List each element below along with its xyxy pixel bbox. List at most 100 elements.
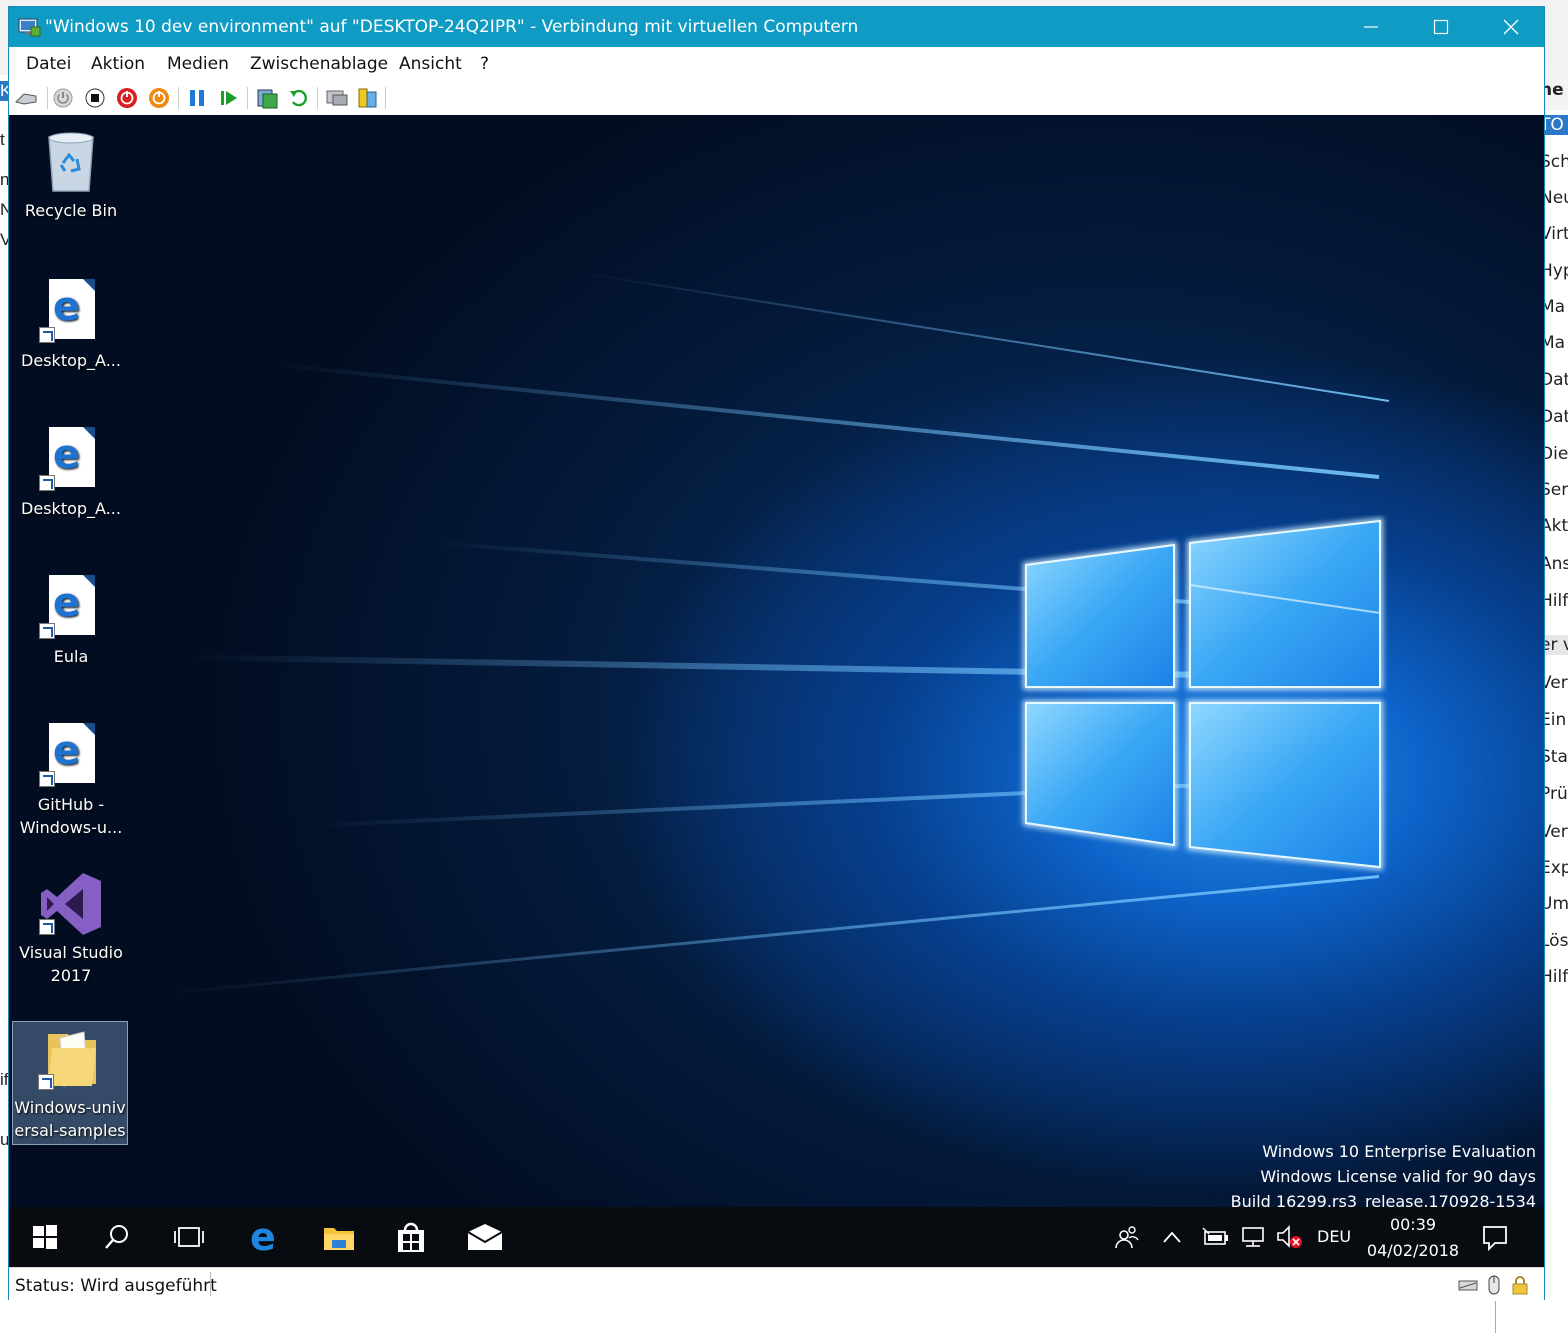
desktop-icon-windows-universal-samples[interactable]: Windows-universal-samples (12, 1021, 128, 1145)
bg-right-item[interactable]: Ser (1544, 480, 1568, 500)
desktop-icon-label: GitHub - Windows-u... (19, 795, 123, 837)
resume-button[interactable] (217, 86, 241, 110)
lock-status-icon (1512, 1276, 1528, 1295)
notification-icon (1483, 1226, 1507, 1251)
watermark-license: Windows License valid for 90 days (1260, 1167, 1536, 1186)
bg-right-item: er v (1544, 635, 1568, 655)
bg-right-item[interactable]: Prü (1544, 784, 1568, 804)
network-icon (1242, 1227, 1264, 1247)
battery-tray-icon-button[interactable] (1199, 1217, 1233, 1257)
search-button[interactable] (97, 1217, 137, 1257)
desktop-icon-visual-studio[interactable]: Visual Studio 2017 (13, 871, 129, 987)
bg-right-item[interactable]: Ver (1544, 673, 1568, 693)
share-button[interactable] (355, 86, 379, 110)
revert-button[interactable] (287, 86, 311, 110)
edge-shortcut-icon: e (39, 723, 103, 787)
action-center-button[interactable] (1475, 1217, 1515, 1257)
pause-button[interactable] (185, 86, 209, 110)
vm-screen[interactable]: Recycle Bin e Desktop_A... e Desktop_A..… (9, 115, 1544, 1267)
save-state-button[interactable] (147, 86, 171, 110)
mail-icon (467, 1224, 503, 1250)
desktop-icon-label: Desktop_A... (21, 499, 121, 518)
show-hidden-icons-button[interactable] (1160, 1217, 1184, 1257)
shutdown-icon (117, 88, 137, 108)
background-app-bottom (0, 1300, 1568, 1333)
bg-right-item[interactable]: Dat (1544, 407, 1568, 427)
search-icon (105, 1225, 128, 1249)
people-button[interactable] (1107, 1217, 1147, 1257)
bg-right-item[interactable]: TO (1544, 115, 1568, 135)
start-menu-button[interactable] (25, 1217, 65, 1257)
bg-right-item[interactable]: Ver (1544, 822, 1568, 842)
menu-aktion[interactable]: Aktion (91, 54, 145, 74)
bg-right-item[interactable]: Exp (1544, 858, 1568, 878)
minimize-button[interactable] (1336, 7, 1406, 47)
menu-medien[interactable]: Medien (167, 54, 229, 74)
menu-zwischenablage[interactable]: Zwischenablage (250, 54, 388, 74)
enhanced-session-icon (326, 90, 348, 106)
task-view-icon (174, 1227, 204, 1247)
desktop-icon-label: Recycle Bin (24, 201, 118, 220)
bg-right-item[interactable]: Hyp (1544, 261, 1568, 281)
bg-right-item[interactable]: Ma (1544, 333, 1565, 353)
close-button[interactable] (1476, 7, 1546, 47)
bg-right-item[interactable]: Ma (1544, 297, 1565, 317)
watermark-edition: Windows 10 Enterprise Evaluation (1262, 1142, 1536, 1161)
shutdown-button[interactable] (115, 86, 139, 110)
maximize-button[interactable] (1406, 7, 1476, 47)
menu-ansicht[interactable]: Ansicht (399, 54, 462, 74)
file-explorer-taskbar-button[interactable] (319, 1217, 359, 1257)
toolbar (9, 81, 1544, 116)
ctrl-alt-del-button[interactable] (14, 86, 38, 110)
bg-right-item[interactable]: Ein (1544, 710, 1566, 730)
people-icon (1115, 1226, 1139, 1249)
input-language-indicator[interactable]: DEU (1317, 1227, 1351, 1246)
bg-left-item: t (0, 130, 5, 149)
bg-right-item[interactable]: Hilf (1544, 967, 1568, 987)
title-bar[interactable]: "Windows 10 dev environment" auf "DESKTO… (9, 7, 1544, 47)
desktop-icon-eula[interactable]: e Eula (13, 575, 129, 668)
task-view-button[interactable] (169, 1217, 209, 1257)
bg-right-item[interactable]: Um (1544, 894, 1568, 914)
bg-right-item[interactable]: Neu (1544, 188, 1568, 208)
volume-tray-button[interactable] (1273, 1217, 1307, 1257)
menu-datei[interactable]: Datei (26, 54, 71, 74)
edge-shortcut-icon: e (39, 279, 103, 343)
edge-taskbar-button[interactable]: e (245, 1217, 285, 1257)
turn-off-button[interactable] (83, 86, 107, 110)
vm-connection-window: "Windows 10 dev environment" auf "DESKTO… (8, 6, 1545, 1301)
windows-logo-wallpaper (1023, 517, 1383, 871)
recycle-bin-icon (48, 132, 94, 192)
bg-right-item[interactable]: Die (1544, 444, 1568, 464)
bg-right-item[interactable]: Virt (1544, 224, 1568, 244)
evaluation-watermark: Windows 10 Enterprise Evaluation Windows… (1231, 1139, 1536, 1214)
mail-taskbar-button[interactable] (465, 1217, 505, 1257)
status-text: Status: Wird ausgeführt (15, 1276, 217, 1296)
start-button[interactable] (51, 86, 75, 110)
bg-right-item[interactable]: Sch (1544, 152, 1568, 172)
taskbar: e DEU 00:39 04/02/2018 (9, 1207, 1544, 1267)
close-icon (1503, 19, 1519, 35)
desktop-icon-desktop-a-2[interactable]: e Desktop_A... (13, 427, 129, 520)
desktop-icon-desktop-a-1[interactable]: e Desktop_A... (13, 279, 129, 372)
bg-right-item[interactable]: Hilf (1544, 591, 1568, 611)
checkpoint-button[interactable] (255, 86, 279, 110)
bg-right-item[interactable]: Sta (1544, 747, 1568, 767)
network-tray-button[interactable] (1237, 1217, 1271, 1257)
bg-right-item[interactable]: Ans (1544, 554, 1568, 574)
enhanced-session-button[interactable] (325, 86, 349, 110)
bg-right-item[interactable]: Akt (1544, 516, 1568, 536)
volume-muted-icon (1277, 1225, 1302, 1248)
desktop-icon-recycle-bin[interactable]: Recycle Bin (13, 129, 129, 222)
maximize-icon (1433, 19, 1449, 35)
battery-plug-icon (1202, 1227, 1228, 1245)
menu-help[interactable]: ? (480, 54, 489, 74)
vmconnect-app-icon (18, 18, 41, 37)
bg-right-item[interactable]: Lös (1544, 931, 1568, 951)
play-icon (221, 91, 237, 105)
desktop-icon-github[interactable]: e GitHub - Windows-u... (13, 723, 129, 839)
svg-text:e: e (250, 1220, 276, 1254)
bg-right-item[interactable]: Dat (1544, 370, 1568, 390)
taskbar-clock[interactable]: 00:39 04/02/2018 (1363, 1212, 1463, 1264)
store-taskbar-button[interactable] (391, 1217, 431, 1257)
